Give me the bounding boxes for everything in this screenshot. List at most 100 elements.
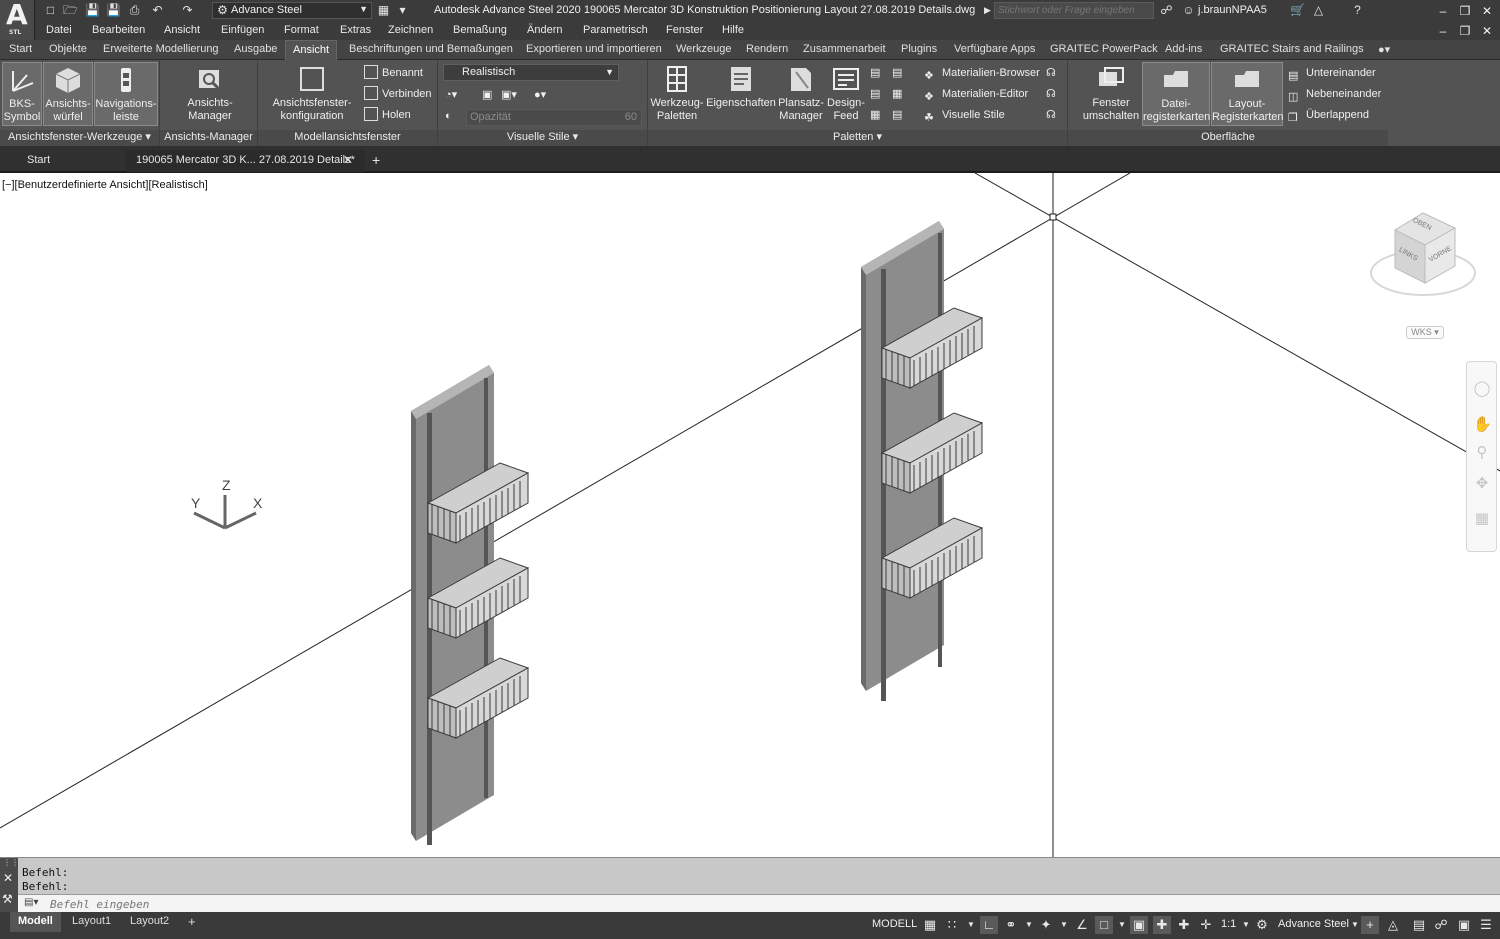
fenster-umschalten-button[interactable]: Fenster umschalten	[1076, 62, 1146, 126]
nebeneinander-button[interactable]: ◫ Nebeneinander	[1288, 85, 1381, 103]
user-icon[interactable]: ☺	[1181, 3, 1196, 18]
tab-ansicht[interactable]: Ansicht	[285, 40, 338, 60]
doc-restore-icon[interactable]: ❐	[1456, 22, 1474, 40]
tab-layout1[interactable]: Layout1	[64, 912, 119, 932]
panel-title-ansichtsfenster-werkzeuge[interactable]: Ansichtsfenster-Werkzeuge ▾	[0, 130, 159, 146]
holen-button[interactable]: Holen	[364, 106, 411, 124]
ribbon-display-toggle-icon[interactable]: ●▾	[1378, 43, 1390, 56]
add-layout-icon[interactable]: +	[180, 912, 204, 932]
doc-minimize-icon[interactable]: –	[1434, 22, 1452, 40]
application-menu-button[interactable]: A STL	[0, 0, 35, 40]
minimize-icon[interactable]: –	[1434, 2, 1452, 20]
zoom-icon[interactable]: ⚲	[1473, 444, 1491, 462]
menu-bearbeiten[interactable]: Bearbeiten	[92, 24, 145, 36]
isodraft-icon[interactable]: ✦	[1037, 916, 1055, 934]
auto-scale-icon[interactable]: ✚	[1175, 916, 1193, 934]
tab-verfuegbare-apps[interactable]: Verfügbare Apps	[954, 43, 1035, 55]
customize-wrench-icon[interactable]: ⚒	[2, 892, 13, 906]
tab-ausgabe[interactable]: Ausgabe	[234, 43, 277, 55]
materialien-editor-button[interactable]: ❖ Materialien-Editor	[924, 85, 1028, 103]
redo-icon[interactable]: ↷	[180, 3, 195, 18]
tab-graitec-stairs[interactable]: GRAITEC Stairs and Railings	[1220, 43, 1364, 55]
markup-icon[interactable]: ▤	[892, 106, 902, 124]
object-snap-icon[interactable]: □	[1095, 916, 1113, 934]
new-file-icon[interactable]: □	[43, 3, 58, 18]
object-snap-tracking-icon[interactable]: ∠	[1073, 916, 1091, 934]
doc-close-icon[interactable]: ✕	[1478, 22, 1496, 40]
layout-registerkarten-button[interactable]: Layout- Registerkarten	[1211, 62, 1284, 126]
ansichts-manager-button[interactable]: Ansichts- Manager	[174, 62, 246, 126]
help-icon[interactable]: ?	[1350, 3, 1365, 18]
isodraft-menu-chevron-icon[interactable]: ▼	[1055, 916, 1073, 934]
menu-extras[interactable]: Extras	[340, 24, 371, 36]
sun-properties-icon[interactable]: ☊	[1046, 85, 1056, 103]
edge-effects-icon[interactable]: ◔▾	[445, 86, 457, 104]
benannt-button[interactable]: Benannt	[364, 64, 423, 82]
binoculars-icon[interactable]: ☍	[1159, 3, 1174, 18]
lighting-icon[interactable]: ▣▾	[501, 86, 517, 104]
workspace-status[interactable]: Advance Steel	[1278, 918, 1349, 930]
viewport-controls-label[interactable]: [−][Benutzerdefinierte Ansicht][Realisti…	[2, 179, 208, 191]
quickcalc-icon[interactable]: ▦	[892, 85, 902, 103]
lock-ui-icon[interactable]: ☍	[1432, 916, 1450, 934]
search-expand-icon[interactable]: ▶	[980, 3, 995, 18]
command-line-handle[interactable]: ⋮⋮ ✕ ⚒	[0, 858, 19, 913]
tab-rendern[interactable]: Rendern	[746, 43, 788, 55]
eigenschaften-button[interactable]: Eigenschaften	[706, 62, 776, 126]
command-input[interactable]	[50, 896, 950, 912]
cart-icon[interactable]: 🛒	[1290, 3, 1305, 18]
menu-fenster[interactable]: Fenster	[666, 24, 703, 36]
close-icon[interactable]: ✕	[1478, 2, 1496, 20]
tab-werkzeuge[interactable]: Werkzeuge	[676, 43, 731, 55]
customize-qat-icon[interactable]: ▾	[395, 3, 410, 18]
menu-datei[interactable]: Datei	[46, 24, 72, 36]
plansatz-manager-button[interactable]: Plansatz- Manager	[776, 62, 826, 126]
osnap-menu-chevron-icon[interactable]: ▼	[1113, 916, 1131, 934]
ansichtswuerfel-button[interactable]: Ansichts- würfel	[43, 62, 93, 126]
lights-icon[interactable]: ☊	[1046, 64, 1056, 82]
visual-style-select[interactable]: Realistisch ▼	[443, 64, 619, 81]
tab-start[interactable]: Start	[9, 43, 32, 55]
save-as-icon[interactable]: 💾	[106, 3, 121, 18]
recent-commands-icon[interactable]: ▤▾	[24, 897, 38, 908]
grid-icon[interactable]: ▦	[921, 916, 939, 934]
tab-modell[interactable]: Modell	[10, 912, 61, 932]
navigationsleiste-button[interactable]: Navigations- leiste	[94, 62, 158, 126]
units-icon[interactable]: ◬	[1384, 916, 1402, 934]
menu-zeichnen[interactable]: Zeichnen	[388, 24, 433, 36]
model-space-toggle[interactable]: MODELL	[872, 918, 917, 930]
opacity-slider[interactable]: Opazität 60	[466, 109, 642, 126]
undo-icon[interactable]: ↶	[150, 3, 165, 18]
menu-hilfe[interactable]: Hilfe	[722, 24, 744, 36]
save-icon[interactable]: 💾	[85, 3, 100, 18]
ueberlappend-button[interactable]: ❐ Überlappend	[1288, 106, 1369, 124]
bks-symbol-button[interactable]: BKS- Symbol	[2, 62, 42, 126]
tab-zusammenarbeit[interactable]: Zusammenarbeit	[803, 43, 886, 55]
command-line-toggle-icon[interactable]: ▤	[870, 64, 880, 82]
print-icon[interactable]: ⎙	[127, 3, 142, 18]
doc-tab-drawing[interactable]: 190065 Mercator 3D K... 27.08.2019 Detai…	[126, 150, 365, 172]
advanced-render-icon[interactable]: ☊	[1046, 106, 1056, 124]
ortho-icon[interactable]: ∟	[980, 916, 998, 934]
orbit-icon[interactable]: ✥	[1473, 475, 1491, 493]
menu-parametrisch[interactable]: Parametrisch	[583, 24, 648, 36]
tab-beschriftungen[interactable]: Beschriftungen und Bemaßungen	[349, 43, 513, 55]
xref-palette-icon[interactable]: ▤	[870, 85, 880, 103]
dbconnect-icon[interactable]: ▦	[870, 106, 880, 124]
tab-layout2[interactable]: Layout2	[122, 912, 177, 932]
new-tab-icon[interactable]: +	[372, 150, 388, 172]
menu-aendern[interactable]: Ändern	[527, 24, 562, 36]
doc-tab-start[interactable]: Start	[14, 150, 124, 172]
model-viewport[interactable]: [−][Benutzerdefinierte Ansicht][Realisti…	[0, 173, 1500, 857]
restore-icon[interactable]: ❐	[1456, 2, 1474, 20]
polar-menu-chevron-icon[interactable]: ▼	[1020, 916, 1038, 934]
datei-registerkarten-button[interactable]: Datei- registerkarten	[1142, 62, 1210, 126]
shadows-icon[interactable]: ▣	[482, 86, 492, 104]
menu-ansicht[interactable]: Ansicht	[164, 24, 200, 36]
menu-format[interactable]: Format	[284, 24, 319, 36]
ucs-menu[interactable]: WKS ▾	[1406, 326, 1444, 339]
fullscreen-icon[interactable]: ▣	[1455, 916, 1473, 934]
gear-icon[interactable]: ⚙	[1253, 916, 1271, 934]
user-name[interactable]: j.braunNPAA5	[1198, 4, 1267, 16]
verbinden-button[interactable]: Verbinden	[364, 85, 432, 103]
